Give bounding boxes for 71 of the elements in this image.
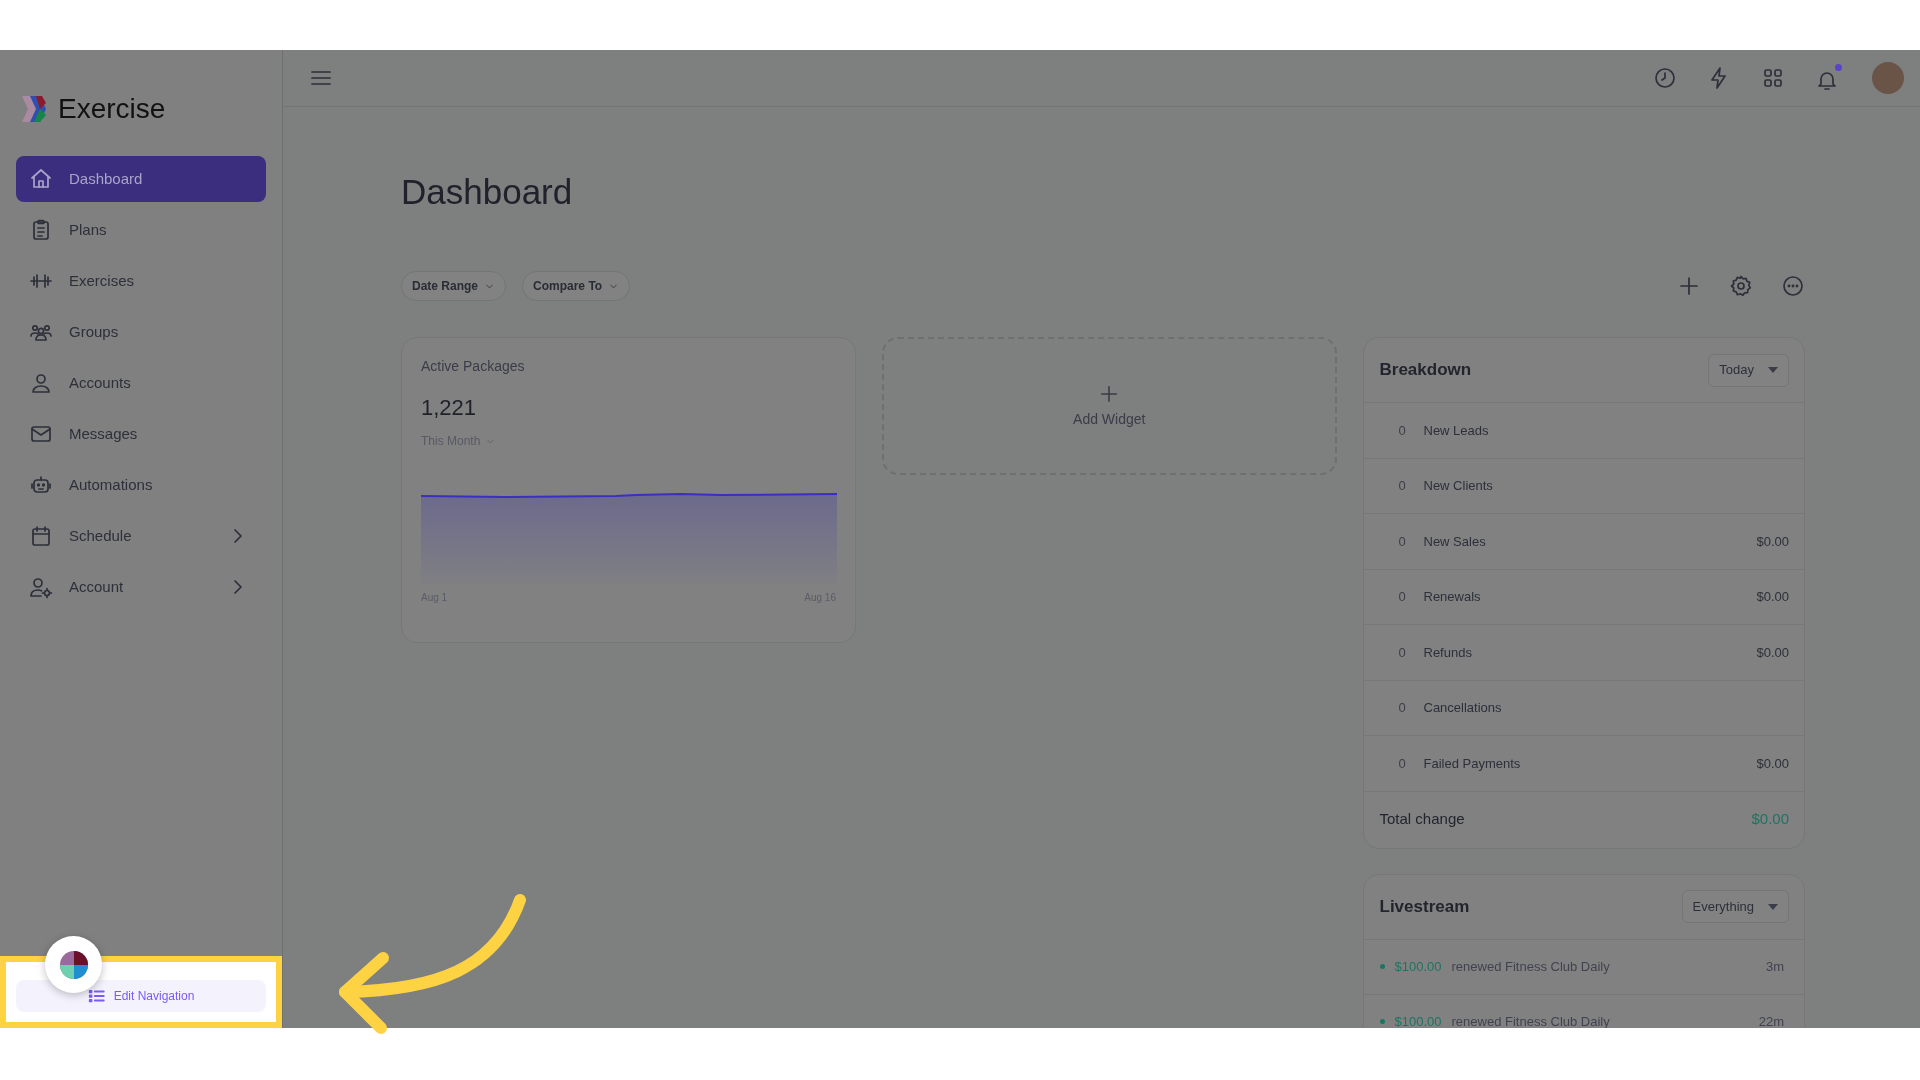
sidebar-nav-item[interactable]: Schedule: [16, 513, 266, 559]
status-dot: [1379, 964, 1385, 969]
gear-icon: [1729, 274, 1753, 298]
app-name: Exercise: [58, 92, 166, 126]
house-icon: [29, 167, 53, 191]
count-text: 0: [1398, 754, 1407, 773]
add-widget-button[interactable]: Add Widget: [882, 337, 1337, 475]
count-text: 0: [1398, 643, 1407, 662]
amount-text: $0.00: [1756, 643, 1789, 662]
count-text: 0: [1398, 421, 1407, 440]
amount-text: $100.00: [1394, 957, 1442, 976]
event-text: renewed Fitness Club Daily: [1451, 957, 1611, 976]
time-text: 22m: [1758, 1012, 1784, 1028]
status-dot: [1379, 1019, 1385, 1024]
sidebar-nav-item[interactable]: Dashboard: [16, 156, 266, 202]
caret-icon: [1768, 367, 1778, 373]
logo-button[interactable]: [45, 936, 102, 993]
notifications-button[interactable]: [1815, 64, 1842, 92]
calendar-icon: [29, 524, 53, 548]
amount-text: $0.00: [1756, 532, 1789, 551]
add-button[interactable]: [1677, 274, 1701, 298]
caret-icon: [1768, 903, 1778, 910]
sidebar-nav-item[interactable]: Account: [16, 564, 266, 610]
card-title: Livestream: [1379, 895, 1470, 918]
list-icon: [87, 987, 106, 1005]
more-icon: [1781, 274, 1805, 298]
metric-value: 1,221: [421, 394, 478, 422]
sidebar-nav-item[interactable]: Groups: [16, 309, 266, 355]
metric-label: Refunds: [1423, 643, 1473, 662]
total-value: $0.00: [1751, 809, 1789, 830]
history-button[interactable]: [1653, 66, 1677, 90]
settings-button[interactable]: [1729, 274, 1753, 298]
grid-icon: [1761, 66, 1785, 90]
amount-text: $0.00: [1756, 588, 1789, 606]
logo-icon: [58, 948, 89, 981]
filter-dropdown[interactable]: Date Range: [401, 271, 507, 301]
more-button[interactable]: [1781, 274, 1805, 298]
filter-select[interactable]: Everything: [1681, 890, 1789, 923]
user-avatar[interactable]: [1872, 62, 1904, 94]
plus-icon: [1677, 274, 1701, 298]
metric-label: New Clients: [1423, 477, 1494, 495]
amount-text: $100.00: [1394, 1012, 1442, 1028]
event-text: renewed Fitness Club Daily: [1451, 1012, 1611, 1028]
sidebar-nav-item[interactable]: Automations: [16, 462, 266, 508]
amount-text: $0.00: [1756, 754, 1789, 773]
period-select[interactable]: Today: [1708, 353, 1789, 387]
sidebar-nav-item[interactable]: Plans: [16, 207, 266, 253]
person-gear-icon: [29, 575, 53, 599]
time-text: 3m: [1765, 957, 1784, 976]
metric-label: Cancellations: [1423, 699, 1503, 717]
apps-button[interactable]: [1761, 66, 1785, 90]
count-text: 0: [1398, 588, 1407, 606]
count-text: 0: [1398, 477, 1407, 495]
sidebar-nav-item[interactable]: Messages: [16, 411, 266, 457]
sidebar-nav-item[interactable]: Accounts: [16, 360, 266, 406]
metric-label: Renewals: [1423, 588, 1482, 606]
filter-dropdown[interactable]: Compare To: [522, 271, 631, 301]
card-title: Breakdown: [1379, 359, 1472, 382]
metric-label: New Sales: [1423, 532, 1487, 551]
metric-label: Failed Payments: [1423, 754, 1522, 773]
clock-icon: [1653, 66, 1677, 90]
total-label: Total change: [1379, 809, 1465, 830]
count-text: 0: [1398, 532, 1407, 551]
edit-navigation-button[interactable]: Edit Navigation: [16, 980, 266, 1012]
person-icon: [29, 371, 53, 395]
logo-icon: [20, 94, 48, 124]
count-text: 0: [1398, 699, 1407, 717]
page-title: Dashboard: [401, 171, 574, 213]
sidebar-nav-item[interactable]: Exercises: [16, 258, 266, 304]
widget-title: Active Packages: [421, 357, 526, 376]
metric-label: New Leads: [1423, 421, 1490, 440]
